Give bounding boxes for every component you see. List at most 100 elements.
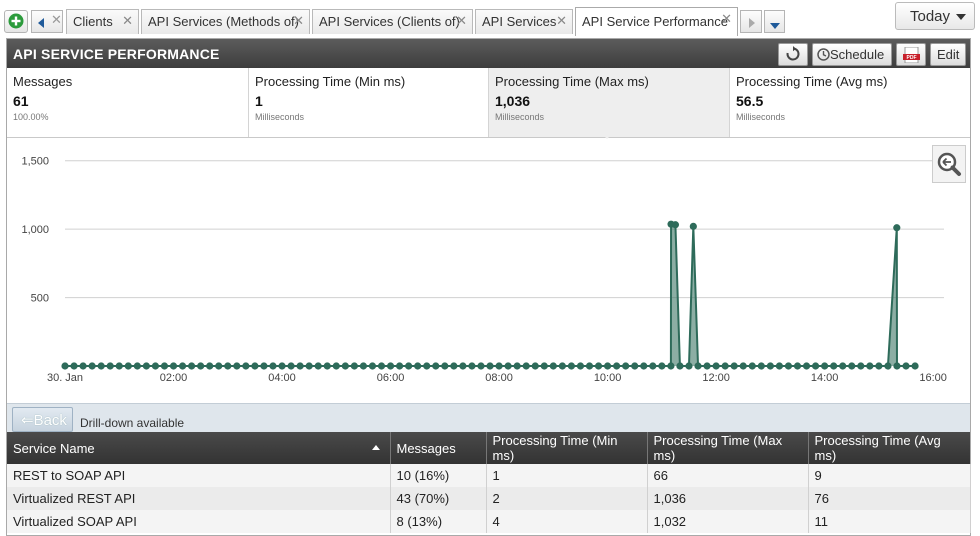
data-point — [793, 362, 802, 370]
data-point — [811, 362, 820, 370]
data-point — [585, 362, 594, 370]
kpi-label: Processing Time (Max ms) — [495, 74, 649, 89]
data-point — [911, 362, 919, 370]
column-header-min-ms[interactable]: Processing Time (Min ms) — [486, 432, 648, 464]
data-point — [242, 362, 250, 370]
performance-panel: API SERVICE PERFORMANCE Schedule PDF Edi… — [6, 38, 971, 536]
tab-clients[interactable]: Clients ✕ — [66, 9, 139, 34]
data-point — [142, 362, 150, 370]
data-point — [549, 362, 557, 370]
add-tab-button[interactable] — [4, 10, 28, 33]
refresh-icon — [786, 46, 800, 61]
data-point — [875, 362, 883, 370]
tab-api-services-clients-of[interactable]: API Services (Clients of) ✕ — [312, 9, 473, 34]
kpi-messages[interactable]: Messages 61 100.00% — [7, 68, 249, 137]
column-header-max-ms[interactable]: Processing Time (Max ms) — [647, 432, 809, 464]
edit-button[interactable]: Edit — [930, 43, 966, 66]
zoom-out-icon — [937, 152, 961, 176]
plus-icon — [8, 13, 24, 29]
data-point — [197, 362, 205, 370]
cell-messages: 8 (13%) — [390, 510, 487, 533]
x-tick-label: 10:00 — [594, 372, 622, 384]
close-icon[interactable]: ✕ — [456, 13, 467, 29]
schedule-button[interactable]: Schedule — [812, 43, 892, 66]
close-icon[interactable]: ✕ — [122, 13, 133, 29]
table-row[interactable]: Virtualized SOAP API 8 (13%) 4 1,032 11 — [7, 510, 971, 533]
data-point — [784, 362, 793, 370]
back-button[interactable]: ⇐Back — [12, 407, 73, 432]
cell-avg-ms: 11 — [808, 510, 971, 533]
data-point — [884, 362, 892, 370]
data-point — [260, 362, 268, 370]
data-point — [576, 362, 585, 370]
date-range-dropdown[interactable]: Today — [895, 2, 975, 30]
cell-service-name: Virtualized SOAP API — [7, 510, 391, 533]
x-tick-label: 16:00 — [919, 372, 947, 384]
data-point — [658, 362, 666, 370]
kpi-value: 56.5 — [736, 93, 764, 109]
data-point — [830, 362, 838, 370]
data-point — [495, 362, 503, 370]
scroll-tabs-left-button[interactable]: ✕ — [31, 10, 63, 33]
panel-title: API SERVICE PERFORMANCE — [13, 46, 220, 62]
cell-max-ms: 1,036 — [647, 487, 809, 510]
close-icon[interactable]: ✕ — [721, 11, 732, 27]
kpi-value: 1,036 — [495, 93, 531, 109]
data-point — [513, 362, 521, 370]
table-row[interactable]: Virtualized REST API 43 (70%) 2 1,036 76 — [7, 487, 971, 510]
column-header-avg-ms[interactable]: Processing Time (Avg ms) — [808, 432, 970, 464]
data-point — [368, 362, 377, 370]
table-row[interactable]: REST to SOAP API 10 (16%) 1 66 9 — [7, 464, 971, 487]
series-line — [65, 223, 916, 367]
kpi-label: Processing Time (Min ms) — [255, 74, 406, 89]
data-point — [676, 362, 684, 370]
data-point — [685, 362, 693, 370]
scroll-tabs-right-button[interactable] — [740, 10, 762, 33]
data-point — [893, 362, 901, 370]
svg-text:PDF: PDF — [907, 55, 917, 61]
refresh-button[interactable] — [778, 43, 808, 66]
data-point — [70, 362, 78, 370]
close-icon[interactable]: ✕ — [293, 13, 304, 29]
data-point — [504, 362, 512, 370]
data-point — [251, 362, 259, 370]
data-point — [775, 362, 784, 370]
data-point — [396, 362, 404, 370]
cell-max-ms: 66 — [647, 464, 809, 487]
kpi-processing-time-max[interactable]: Processing Time (Max ms) 1,036 Milliseco… — [489, 68, 730, 137]
kpi-subtext: Milliseconds — [736, 112, 786, 122]
kpi-processing-time-min[interactable]: Processing Time (Min ms) 1 Milliseconds — [249, 68, 489, 137]
data-point — [703, 362, 711, 370]
data-point — [423, 362, 431, 370]
export-pdf-button[interactable]: PDF — [896, 43, 926, 66]
cell-min-ms: 2 — [486, 487, 648, 510]
arrow-left-icon — [38, 18, 44, 28]
tab-list-dropdown-button[interactable] — [764, 10, 785, 33]
data-point — [278, 362, 286, 370]
kpi-label: Messages — [13, 74, 73, 89]
data-point — [839, 362, 847, 370]
x-tick-label: 04:00 — [268, 372, 296, 384]
data-point — [649, 362, 657, 370]
data-point — [522, 362, 530, 370]
chevron-down-icon — [956, 14, 966, 20]
kpi-processing-time-avg[interactable]: Processing Time (Avg ms) 56.5 Millisecon… — [730, 68, 970, 137]
cell-avg-ms: 9 — [808, 464, 971, 487]
tab-api-services-methods-of[interactable]: API Services (Methods of) ✕ — [141, 9, 310, 34]
data-point — [188, 362, 196, 370]
close-icon[interactable]: ✕ — [51, 12, 62, 28]
data-point — [414, 362, 422, 370]
cell-service-name: REST to SOAP API — [7, 464, 391, 487]
column-header-service-name[interactable]: Service Name — [7, 432, 391, 464]
data-point — [689, 222, 697, 230]
reset-zoom-button[interactable] — [932, 145, 966, 183]
column-header-messages[interactable]: Messages — [390, 432, 487, 464]
kpi-subtext: Milliseconds — [495, 112, 545, 122]
data-point — [178, 362, 187, 370]
tab-api-service-performance[interactable]: API Service Performance ✕ — [575, 7, 738, 36]
tab-api-services[interactable]: API Services ✕ — [475, 9, 573, 34]
close-icon[interactable]: ✕ — [556, 13, 567, 29]
y-tick-label: 1,500 — [21, 156, 49, 168]
data-point — [821, 362, 829, 370]
data-point — [567, 362, 576, 370]
